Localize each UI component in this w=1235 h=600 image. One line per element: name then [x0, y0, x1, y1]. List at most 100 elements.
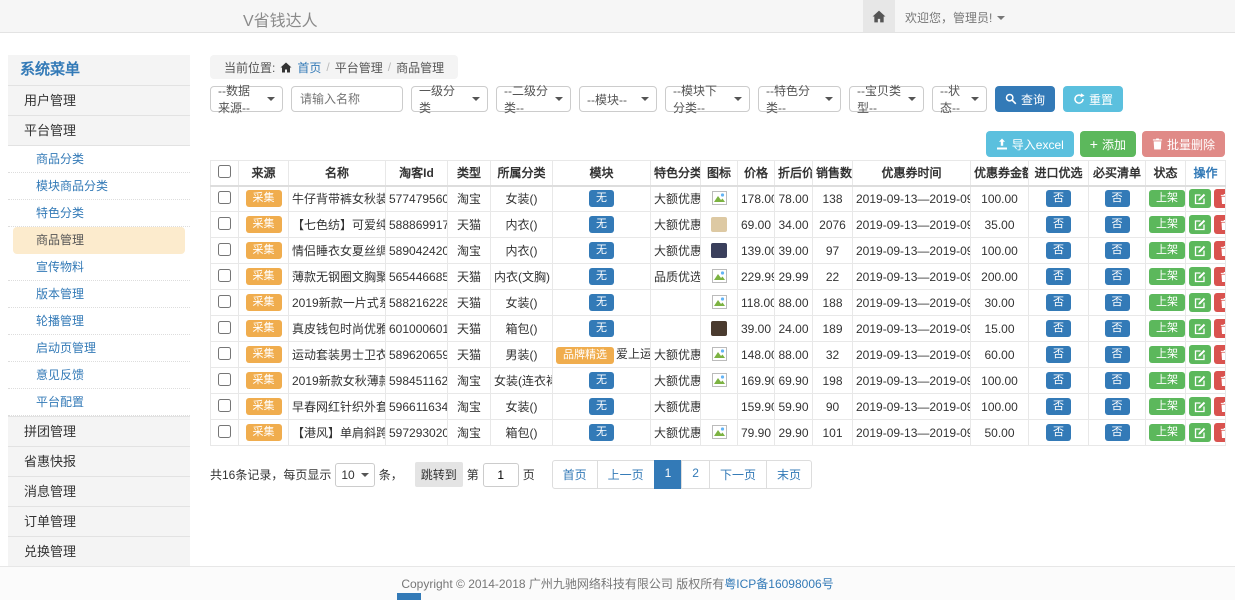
row-checkbox[interactable]: [218, 269, 231, 282]
edit-button[interactable]: [1189, 215, 1211, 234]
status-badge[interactable]: 上架: [1149, 398, 1185, 415]
must-buy-badge[interactable]: 否: [1105, 242, 1130, 259]
row-checkbox[interactable]: [218, 399, 231, 412]
delete-button[interactable]: [1214, 345, 1226, 364]
status-badge[interactable]: 上架: [1149, 346, 1185, 363]
feature-category-select[interactable]: --特色分类--: [758, 86, 841, 112]
must-buy-badge[interactable]: 否: [1105, 346, 1130, 363]
module-sub-select[interactable]: --模块下分类--: [665, 86, 750, 112]
home-button[interactable]: [863, 0, 895, 32]
row-checkbox[interactable]: [218, 295, 231, 308]
sidebar-group-6[interactable]: 兑换管理: [8, 536, 190, 566]
row-checkbox[interactable]: [218, 373, 231, 386]
status-badge[interactable]: 上架: [1149, 216, 1185, 233]
imported-badge[interactable]: 否: [1046, 398, 1071, 415]
row-checkbox[interactable]: [218, 191, 231, 204]
must-buy-badge[interactable]: 否: [1105, 320, 1130, 337]
jump-button[interactable]: 跳转到: [415, 462, 463, 487]
edit-button[interactable]: [1189, 241, 1211, 260]
status-select[interactable]: --状态--: [932, 86, 987, 112]
select-all-checkbox[interactable]: [218, 165, 231, 178]
status-badge[interactable]: 上架: [1149, 294, 1185, 311]
pager-button-1[interactable]: 1: [654, 460, 683, 489]
batch-delete-button[interactable]: 批量删除: [1142, 131, 1225, 157]
delete-button[interactable]: [1214, 423, 1226, 442]
import-excel-button[interactable]: 导入excel: [986, 131, 1074, 157]
sidebar-group-5[interactable]: 订单管理: [8, 506, 190, 536]
edit-button[interactable]: [1189, 397, 1211, 416]
query-button[interactable]: 查询: [995, 86, 1055, 112]
sidebar-item-商品分类[interactable]: 商品分类: [8, 146, 190, 173]
per-page-select[interactable]: 10: [335, 463, 374, 487]
add-button[interactable]: + 添加: [1080, 131, 1136, 157]
status-badge[interactable]: 上架: [1149, 268, 1185, 285]
sidebar-item-模块商品分类[interactable]: 模块商品分类: [8, 173, 190, 200]
must-buy-badge[interactable]: 否: [1105, 216, 1130, 233]
data-source-select[interactable]: --数据来源--: [210, 86, 283, 112]
pager-button-末页[interactable]: 末页: [766, 460, 812, 489]
icp-link[interactable]: 粤ICP备16098006号: [724, 575, 833, 592]
sidebar-group-4[interactable]: 消息管理: [8, 476, 190, 506]
edit-button[interactable]: [1189, 345, 1211, 364]
must-buy-badge[interactable]: 否: [1105, 294, 1130, 311]
page-number-input[interactable]: [483, 463, 519, 487]
imported-badge[interactable]: 否: [1046, 216, 1071, 233]
edit-button[interactable]: [1189, 371, 1211, 390]
status-badge[interactable]: 上架: [1149, 424, 1185, 441]
delete-button[interactable]: [1214, 293, 1226, 312]
imported-badge[interactable]: 否: [1046, 320, 1071, 337]
status-badge[interactable]: 上架: [1149, 372, 1185, 389]
pager-button-下一页[interactable]: 下一页: [709, 460, 767, 489]
breadcrumb-home-link[interactable]: 首页: [297, 59, 321, 76]
edit-button[interactable]: [1189, 189, 1211, 208]
edit-button[interactable]: [1189, 267, 1211, 286]
level1-category-select[interactable]: 一级分类: [411, 86, 488, 112]
sidebar-item-启动页管理[interactable]: 启动页管理: [8, 335, 190, 362]
pager-button-上一页[interactable]: 上一页: [597, 460, 655, 489]
sidebar-item-轮播管理[interactable]: 轮播管理: [8, 308, 190, 335]
module-select[interactable]: --模块--: [579, 86, 657, 112]
reset-button[interactable]: 重置: [1063, 86, 1123, 112]
user-menu[interactable]: 欢迎您，管理员!: [905, 9, 1005, 26]
sidebar-item-版本管理[interactable]: 版本管理: [8, 281, 190, 308]
sidebar-group-1[interactable]: 平台管理: [8, 115, 190, 145]
imported-badge[interactable]: 否: [1046, 190, 1071, 207]
sidebar-group-3[interactable]: 省惠快报: [8, 446, 190, 476]
edit-button[interactable]: [1189, 423, 1211, 442]
sidebar-item-商品管理[interactable]: 商品管理: [13, 227, 185, 254]
sidebar-group-2[interactable]: 拼团管理: [8, 416, 190, 446]
sidebar-group-0[interactable]: 用户管理: [8, 85, 190, 115]
delete-button[interactable]: [1214, 397, 1226, 416]
sidebar-item-平台配置[interactable]: 平台配置: [8, 389, 190, 416]
status-badge[interactable]: 上架: [1149, 190, 1185, 207]
edit-button[interactable]: [1189, 319, 1211, 338]
imported-badge[interactable]: 否: [1046, 372, 1071, 389]
delete-button[interactable]: [1214, 319, 1226, 338]
status-badge[interactable]: 上架: [1149, 320, 1185, 337]
row-checkbox[interactable]: [218, 243, 231, 256]
must-buy-badge[interactable]: 否: [1105, 190, 1130, 207]
level2-category-select[interactable]: --二级分类--: [496, 86, 571, 112]
imported-badge[interactable]: 否: [1046, 242, 1071, 259]
imported-badge[interactable]: 否: [1046, 294, 1071, 311]
item-type-select[interactable]: --宝贝类型--: [849, 86, 924, 112]
pager-button-2[interactable]: 2: [681, 460, 710, 489]
row-checkbox[interactable]: [218, 425, 231, 438]
row-checkbox[interactable]: [218, 321, 231, 334]
row-checkbox[interactable]: [218, 347, 231, 360]
row-checkbox[interactable]: [218, 217, 231, 230]
imported-badge[interactable]: 否: [1046, 346, 1071, 363]
must-buy-badge[interactable]: 否: [1105, 268, 1130, 285]
delete-button[interactable]: [1214, 189, 1226, 208]
must-buy-badge[interactable]: 否: [1105, 398, 1130, 415]
imported-badge[interactable]: 否: [1046, 424, 1071, 441]
delete-button[interactable]: [1214, 215, 1226, 234]
delete-button[interactable]: [1214, 371, 1226, 390]
name-input[interactable]: [291, 86, 403, 112]
must-buy-badge[interactable]: 否: [1105, 372, 1130, 389]
sidebar-item-宣传物料[interactable]: 宣传物料: [8, 254, 190, 281]
sidebar-item-特色分类[interactable]: 特色分类: [8, 200, 190, 227]
delete-button[interactable]: [1214, 267, 1226, 286]
must-buy-badge[interactable]: 否: [1105, 424, 1130, 441]
status-badge[interactable]: 上架: [1149, 242, 1185, 259]
